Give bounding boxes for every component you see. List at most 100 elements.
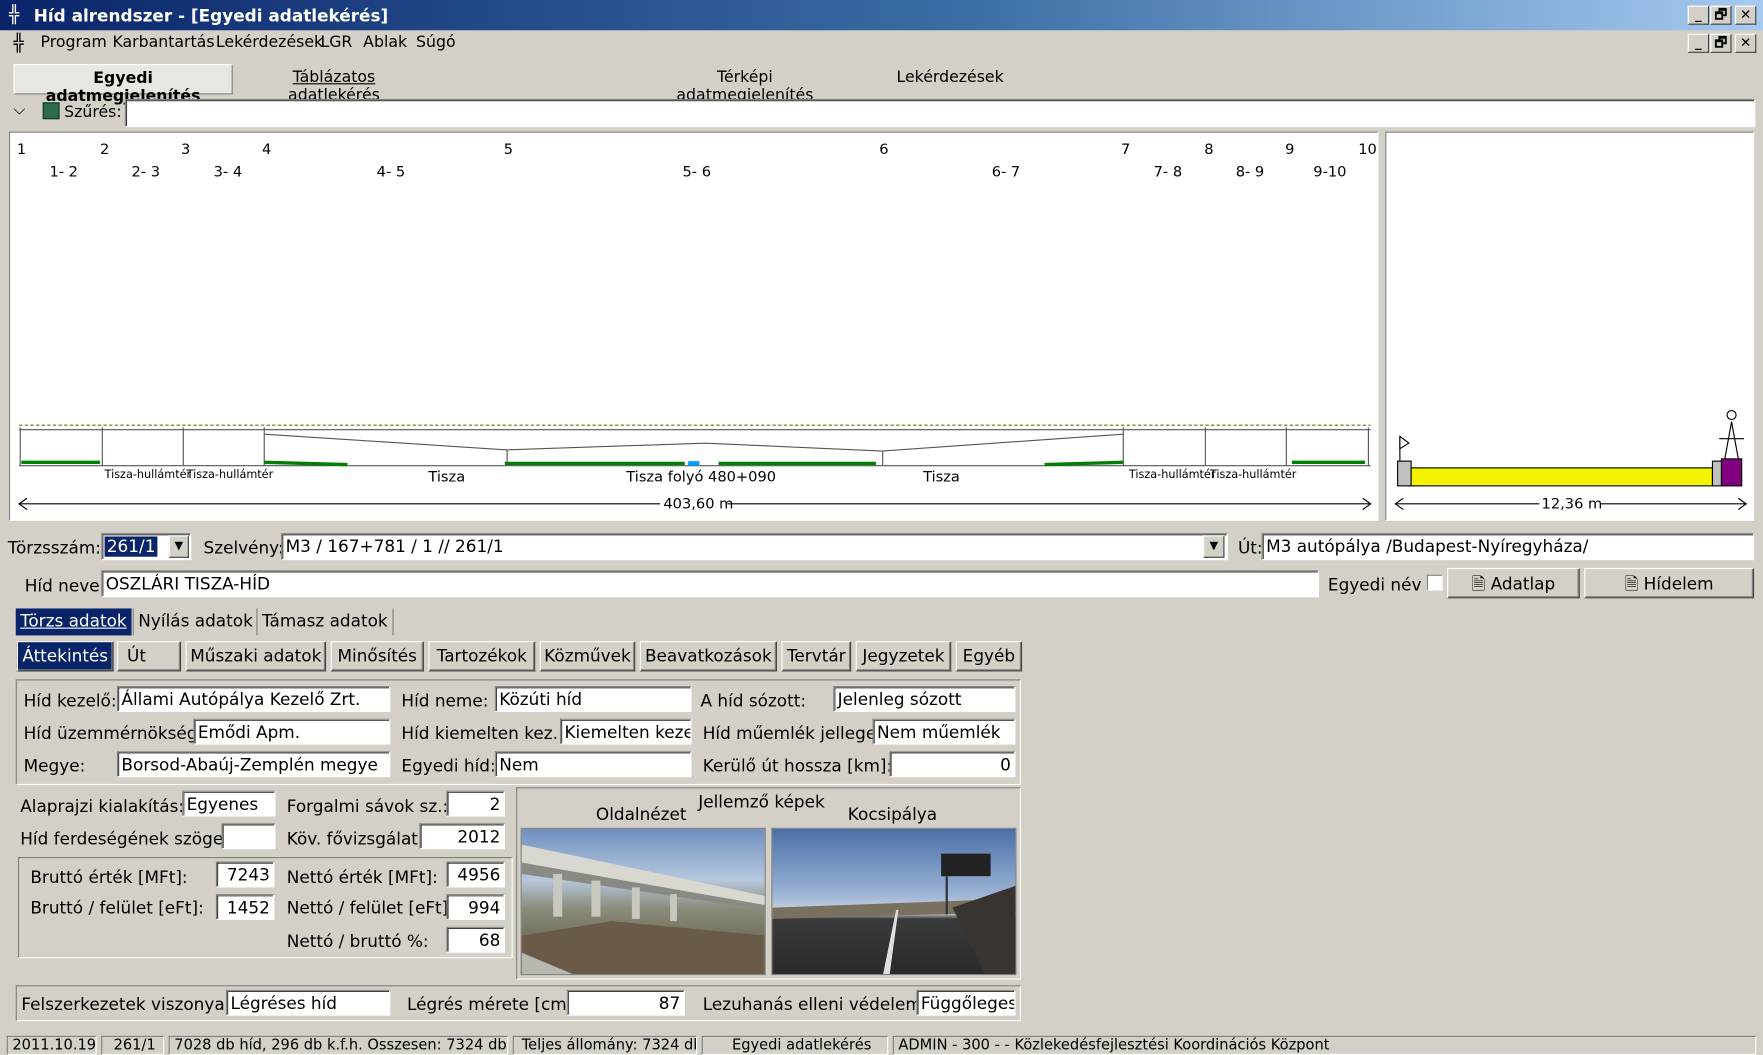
filter-bar: ⌵ Szűrés:	[9, 98, 1756, 128]
subtab-beavatkozasok[interactable]: Beavatkozások	[639, 641, 777, 672]
ground-label: Tisza-hullámtér	[1209, 468, 1297, 481]
kiemelten-label: Híd kiemelten kez.:	[401, 723, 564, 744]
ut-field[interactable]: M3 autópálya /Budapest-Nyíregyháza/	[1261, 533, 1755, 561]
netto-fel-field[interactable]: 994	[446, 894, 505, 921]
side-view-photo-image	[521, 844, 765, 974]
alaprajz-field[interactable]: Egyenes	[182, 790, 276, 817]
menu-lgr[interactable]: LGR	[320, 34, 352, 52]
pier-lines	[19, 427, 1369, 466]
tab-tamasz-adatok[interactable]: Támasz adatok	[256, 608, 394, 636]
tab-nyilas-adatok[interactable]: Nyílás adatok	[132, 608, 258, 636]
side-view-photo[interactable]	[520, 827, 766, 976]
tab-terkepi[interactable]: Térképi adatmegjelenítés	[652, 64, 838, 105]
brutto-field[interactable]: 7243	[215, 861, 275, 888]
collapse-chevron-icon[interactable]: ⌵	[13, 101, 25, 119]
length-label: 403,60 m	[663, 495, 733, 512]
alaprajz-label: Alaprajzi kialakítás:	[20, 796, 185, 817]
document-icon: 🗎	[1624, 573, 1644, 594]
netto-brutto-label: Nettó / bruttó %:	[286, 931, 429, 952]
status-count: 7028 db híd, 296 db k.f.h. Összesen: 732…	[168, 1035, 509, 1055]
lezuhanas-label: Lezuhanás elleni védelem:	[702, 994, 928, 1015]
photo-left-caption: Oldalnézet	[595, 804, 687, 825]
subtab-tervtar[interactable]: Tervtár	[781, 641, 852, 672]
status-mode: Egyedi adatlekérés	[701, 1035, 889, 1055]
kezelo-field[interactable]: Állami Autópálya Kezelő Zrt.	[116, 686, 391, 712]
pillar-label: 6	[879, 141, 888, 158]
subtab-kozmuvek[interactable]: Közművek	[539, 641, 636, 672]
savok-field[interactable]: 2	[446, 790, 505, 817]
menu-sugo[interactable]: Súgó	[416, 34, 456, 52]
river-marker	[688, 461, 700, 466]
mujemlek-field[interactable]: Nem műemlék	[872, 718, 1016, 745]
dropdown-arrow-icon[interactable]: ▼	[1203, 535, 1225, 558]
mdi-close-button[interactable]: ✕	[1734, 33, 1757, 53]
egyedihid-field[interactable]: Nem	[494, 751, 692, 778]
mdi-minimize-button[interactable]: _	[1687, 33, 1710, 53]
subtab-jegyzetek[interactable]: Jegyzetek	[855, 641, 952, 672]
mdi-restore-button[interactable]: 🗗	[1710, 33, 1732, 53]
uzemmernokseg-label: Híd üzemmérnökség:	[23, 723, 204, 744]
legres-label: Légrés mérete [cm]:	[407, 994, 579, 1015]
kiemelten-field[interactable]: Kiemelten keze	[559, 718, 692, 745]
tab-tablazatos[interactable]: Táblázatos adatlekérés	[250, 64, 419, 105]
adatlap-button[interactable]: 🗎 Adatlap	[1447, 567, 1580, 599]
save-icon[interactable]	[42, 102, 60, 120]
subtab-minosites[interactable]: Minősítés	[330, 641, 424, 672]
subtab-attekintes[interactable]: Áttekintés	[16, 641, 114, 672]
ground-label: Tisza-hullámtér	[186, 468, 274, 481]
legres-field[interactable]: 87	[566, 989, 685, 1016]
kerulo-field[interactable]: 0	[889, 751, 1016, 778]
felszerkezet-field[interactable]: Légréses híd	[226, 989, 391, 1016]
menu-program[interactable]: Program	[40, 34, 106, 52]
brutto-fel-field[interactable]: 1452	[215, 894, 275, 921]
fovizsgalat-field[interactable]: 2012	[419, 823, 505, 850]
subtab-tartozekok[interactable]: Tartozékok	[428, 641, 536, 672]
uzemmernokseg-field[interactable]: Emődi Apm.	[193, 718, 391, 745]
restore-button[interactable]: 🗗	[1710, 5, 1732, 25]
application-window: ╬ Híd alrendszer - [Egyedi adatlekérés] …	[0, 0, 1763, 1055]
netto-label: Nettó érték [MFt]:	[286, 867, 438, 888]
menu-karbantartas[interactable]: Karbantartás	[112, 34, 214, 52]
carriageway-photo-image	[772, 853, 1016, 974]
app-menu-icon[interactable]: ╬	[13, 33, 23, 53]
subtab-ut[interactable]: Út	[116, 641, 182, 672]
filter-input[interactable]	[124, 98, 1756, 128]
menu-ablak[interactable]: Ablak	[363, 34, 407, 52]
szelveny-select[interactable]: M3 / 167+781 / 1 // 261/1 ▼	[281, 533, 1228, 561]
subtab-egyeb[interactable]: Egyéb	[955, 641, 1023, 672]
hidnev-field[interactable]: OSZLÁRI TISZA-HÍD	[101, 570, 1319, 598]
close-button[interactable]: ✕	[1734, 5, 1757, 25]
torzsszam-label: Törzsszám:	[7, 537, 101, 558]
span-label: 6- 7	[992, 164, 1021, 181]
tab-torzs-adatok[interactable]: Törzs adatok	[15, 608, 132, 636]
ferdeseg-field[interactable]	[221, 823, 276, 850]
adatlap-button-label: Adatlap	[1490, 573, 1556, 594]
filter-label: Szűrés:	[64, 103, 122, 122]
tab-lekerdezesek[interactable]: Lekérdezések	[894, 64, 1006, 94]
dropdown-arrow-icon[interactable]: ▼	[168, 535, 189, 558]
netto-brutto-field[interactable]: 68	[446, 926, 505, 953]
egyedi-nev-label: Egyedi név	[1327, 574, 1422, 595]
menu-lekerdezesek[interactable]: Lekérdezések	[216, 34, 323, 52]
hidneme-field[interactable]: Közúti híd	[494, 686, 692, 712]
egyedi-nev-checkbox[interactable]	[1426, 574, 1443, 591]
status-user: ADMIN - 300 - - Közlekedésfejlesztési Ko…	[892, 1035, 1757, 1055]
sozott-field[interactable]: Jelenleg sózott	[833, 686, 1016, 712]
pillar-label: 1	[17, 141, 26, 158]
megye-field[interactable]: Borsod-Abaúj-Zemplén megye	[116, 751, 391, 778]
span-label: 1- 2	[49, 164, 78, 181]
megye-label: Megye:	[23, 755, 86, 777]
view-tabs: Egyedi adatmegjelenítés Táblázatos adatl…	[0, 58, 1763, 106]
subtab-muszaki[interactable]: Műszaki adatok	[185, 641, 327, 672]
tab-egyedi[interactable]: Egyedi adatmegjelenítés	[13, 64, 233, 106]
left-barrier	[1397, 460, 1412, 487]
menu-bar: ╬ Program Karbantartás Lekérdezések LGR …	[0, 30, 1763, 58]
minimize-button[interactable]: _	[1687, 5, 1710, 25]
lezuhanas-field[interactable]: Függőleges	[916, 989, 1016, 1016]
hidelem-button[interactable]: 🗎 Hídelem	[1584, 567, 1755, 599]
pillar-label: 7	[1121, 141, 1130, 158]
netto-field[interactable]: 4956	[446, 861, 505, 888]
pillar-label: 9	[1285, 141, 1294, 158]
torzsszam-select[interactable]: 261/1 ▼	[101, 533, 192, 561]
carriageway-photo[interactable]	[771, 827, 1017, 976]
